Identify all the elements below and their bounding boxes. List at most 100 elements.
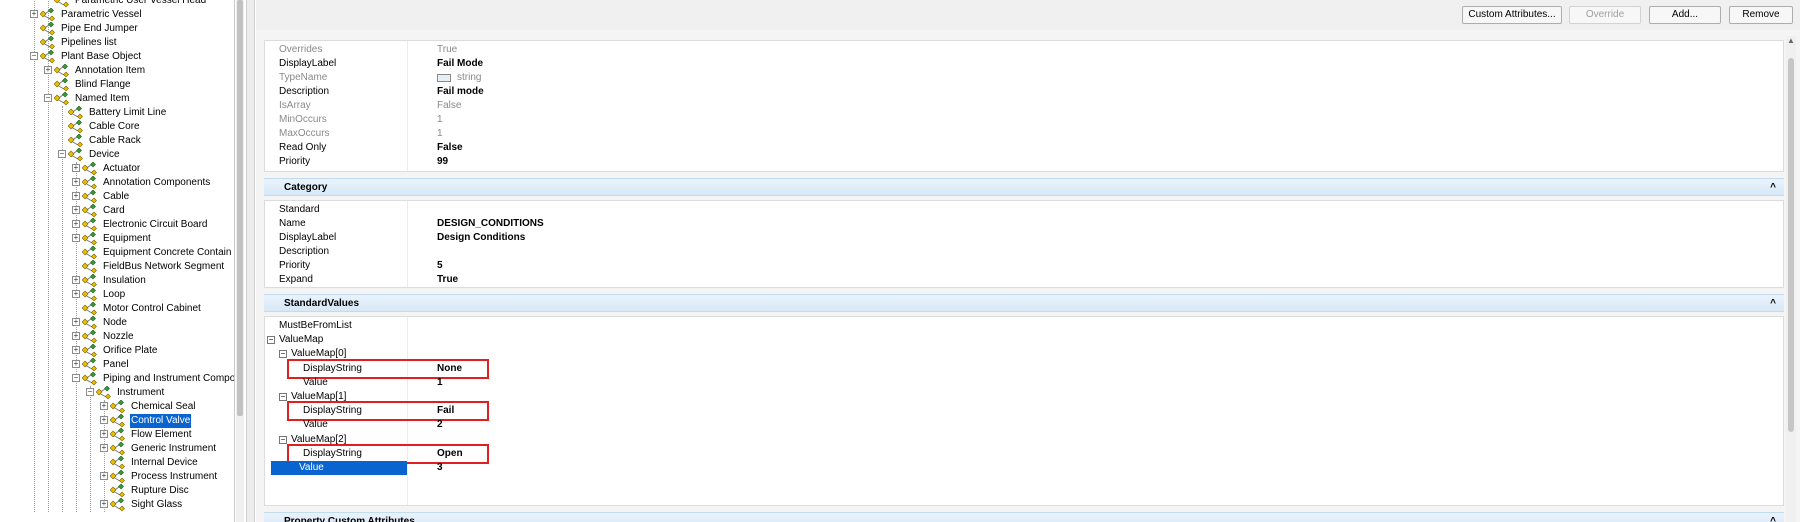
property-row[interactable]: MaxOccurs 1 bbox=[265, 127, 1783, 141]
collapse-toggle-icon[interactable]: − bbox=[267, 336, 275, 345]
property-value[interactable]: 3 bbox=[437, 461, 443, 475]
expand-toggle-icon[interactable]: + bbox=[72, 318, 80, 326]
tree-item[interactable]: + Equipment bbox=[0, 232, 234, 246]
add-button[interactable]: Add... bbox=[1649, 6, 1721, 24]
property-row[interactable]: Priority 99 bbox=[265, 155, 1783, 169]
expand-toggle-icon[interactable]: + bbox=[100, 444, 108, 452]
expand-toggle-icon[interactable]: + bbox=[72, 346, 80, 354]
property-row[interactable]: − ValueMap[0] bbox=[265, 347, 1783, 361]
property-value[interactable]: 1 bbox=[437, 113, 443, 127]
tree-item[interactable]: Pipe End Jumper bbox=[0, 22, 234, 36]
property-value[interactable]: True bbox=[437, 273, 458, 287]
expand-toggle-icon[interactable]: + bbox=[72, 192, 80, 200]
tree-item[interactable]: + Control Valve bbox=[0, 414, 234, 428]
tree-item[interactable]: Cable Rack bbox=[0, 134, 234, 148]
tree-item[interactable]: Motor Control Cabinet bbox=[0, 302, 234, 316]
tree-item[interactable]: + Orifice Plate bbox=[0, 344, 234, 358]
expand-toggle-icon[interactable]: + bbox=[100, 402, 108, 410]
property-value[interactable]: DESIGN_CONDITIONS bbox=[437, 217, 544, 231]
property-row[interactable]: Value 2 bbox=[265, 418, 1783, 432]
panel-splitter[interactable] bbox=[246, 0, 255, 522]
tree-item[interactable]: + Flow Element bbox=[0, 428, 234, 442]
tree-item[interactable]: + Actuator bbox=[0, 162, 234, 176]
expand-toggle-icon[interactable]: + bbox=[72, 206, 80, 214]
tree-item[interactable]: − Device bbox=[0, 148, 234, 162]
selected-property-name[interactable]: Value bbox=[271, 461, 407, 475]
tree-item[interactable]: + Loop bbox=[0, 288, 234, 302]
property-row[interactable]: DisplayLabel Design Conditions bbox=[265, 231, 1783, 245]
expand-toggle-icon[interactable]: + bbox=[72, 332, 80, 340]
property-value[interactable]: Fail Mode bbox=[437, 57, 483, 71]
property-value[interactable]: string bbox=[457, 71, 481, 85]
tree-item[interactable]: + Sight Glass bbox=[0, 498, 234, 512]
property-value[interactable]: False bbox=[437, 99, 461, 113]
tree-item[interactable]: + Card bbox=[0, 204, 234, 218]
expand-toggle-icon[interactable]: + bbox=[72, 178, 80, 186]
property-row[interactable]: DisplayString Open bbox=[265, 447, 1783, 461]
tree-item[interactable]: + Chemical Seal bbox=[0, 400, 234, 414]
tree-item[interactable]: Parametric User Vessel Head bbox=[0, 0, 234, 8]
property-value[interactable]: Fail mode bbox=[437, 85, 484, 99]
custom-attributes-button[interactable]: Custom Attributes... bbox=[1462, 6, 1562, 24]
tree-item[interactable]: + Cable bbox=[0, 190, 234, 204]
property-value[interactable]: 1 bbox=[437, 127, 443, 141]
property-row[interactable]: MinOccurs 1 bbox=[265, 113, 1783, 127]
expand-toggle-icon[interactable]: + bbox=[72, 276, 80, 284]
expand-toggle-icon[interactable]: + bbox=[72, 360, 80, 368]
expand-toggle-icon[interactable]: + bbox=[44, 66, 52, 74]
property-row[interactable]: Read Only False bbox=[265, 141, 1783, 155]
tree-scrollbar-thumb[interactable] bbox=[237, 0, 243, 416]
expand-toggle-icon[interactable]: + bbox=[100, 416, 108, 424]
tree-item[interactable]: FieldBus Network Segment bbox=[0, 260, 234, 274]
expand-toggle-icon[interactable]: + bbox=[30, 10, 38, 18]
collapse-toggle-icon[interactable]: − bbox=[58, 150, 66, 158]
category-section-header[interactable]: Category ^ bbox=[264, 178, 1784, 196]
tree-item[interactable]: + Annotation Item bbox=[0, 64, 234, 78]
collapse-toggle-icon[interactable]: − bbox=[30, 52, 38, 60]
tree-scrollbar[interactable] bbox=[236, 0, 244, 522]
custom-attributes-section-header[interactable]: Property Custom Attributes ^ bbox=[264, 512, 1784, 522]
tree-item[interactable]: Blind Flange bbox=[0, 78, 234, 92]
expand-toggle-icon[interactable]: + bbox=[72, 234, 80, 242]
property-row[interactable]: MustBeFromList bbox=[265, 319, 1783, 333]
property-row[interactable]: DisplayString Fail bbox=[265, 404, 1783, 418]
tree-item[interactable]: Battery Limit Line bbox=[0, 106, 234, 120]
property-value[interactable]: 99 bbox=[437, 155, 448, 169]
property-row[interactable]: Description Fail mode bbox=[265, 85, 1783, 99]
collapse-toggle-icon[interactable]: − bbox=[44, 94, 52, 102]
tree-item[interactable]: + Nozzle bbox=[0, 330, 234, 344]
scroll-up-arrow-icon[interactable]: ▲ bbox=[1787, 36, 1795, 45]
collapse-toggle-icon[interactable]: − bbox=[279, 435, 287, 444]
expand-toggle-icon[interactable]: + bbox=[72, 164, 80, 172]
collapse-toggle-icon[interactable]: − bbox=[279, 393, 287, 401]
property-row[interactable]: Overrides True bbox=[265, 43, 1783, 57]
tree-item[interactable]: Internal Device bbox=[0, 456, 234, 470]
property-value[interactable]: Design Conditions bbox=[437, 231, 525, 245]
expand-toggle-icon[interactable]: + bbox=[100, 430, 108, 438]
property-row[interactable]: Name DESIGN_CONDITIONS bbox=[265, 217, 1783, 231]
tree-item[interactable]: + Panel bbox=[0, 358, 234, 372]
tree-item[interactable]: + Insulation bbox=[0, 274, 234, 288]
property-value[interactable]: 5 bbox=[437, 259, 443, 273]
tree-item[interactable]: − Named Item bbox=[0, 92, 234, 106]
property-row[interactable]: DisplayString None bbox=[265, 362, 1783, 376]
collapse-toggle-icon[interactable]: − bbox=[86, 388, 94, 396]
property-value[interactable]: 2 bbox=[437, 418, 443, 432]
tree-item[interactable]: + Parametric Vessel bbox=[0, 8, 234, 22]
property-row[interactable]: Standard bbox=[265, 203, 1783, 217]
property-row[interactable]: Priority 5 bbox=[265, 259, 1783, 273]
property-row[interactable]: Expand True bbox=[265, 273, 1783, 287]
property-row[interactable]: Value 3 bbox=[265, 461, 1783, 475]
class-tree[interactable]: Parametric User Vessel Head + Parametric V… bbox=[0, 0, 235, 522]
tree-item[interactable]: Cable Core bbox=[0, 120, 234, 134]
expand-toggle-icon[interactable]: + bbox=[72, 290, 80, 298]
tree-item[interactable]: Pipelines list bbox=[0, 36, 234, 50]
tree-item[interactable]: + Process Instrument bbox=[0, 470, 234, 484]
property-value[interactable]: False bbox=[437, 141, 463, 155]
override-button[interactable]: Override bbox=[1569, 6, 1641, 24]
property-row[interactable]: TypeName string bbox=[265, 71, 1783, 85]
grid-scrollbar-thumb[interactable] bbox=[1788, 58, 1794, 432]
property-row[interactable]: − ValueMap[2] bbox=[265, 433, 1783, 447]
expand-toggle-icon[interactable]: + bbox=[100, 472, 108, 480]
property-value[interactable]: True bbox=[437, 43, 457, 57]
